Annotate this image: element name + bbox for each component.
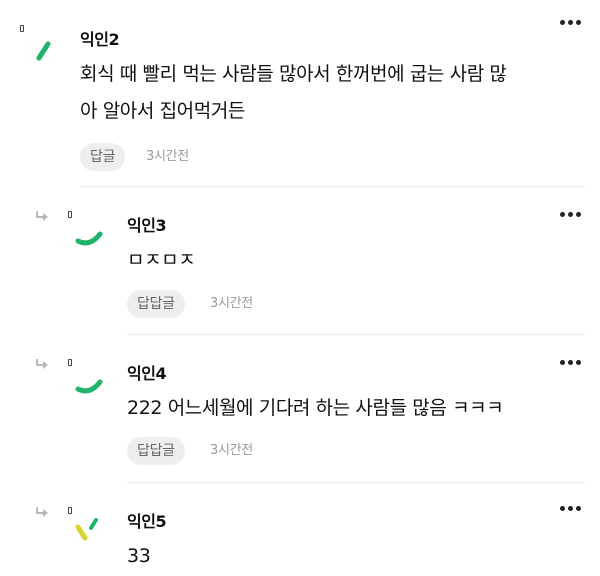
more-options-icon[interactable] <box>560 20 582 26</box>
comment-author[interactable]: 익인2 <box>80 26 120 50</box>
avatar-badge-icon <box>20 25 24 32</box>
comment-author[interactable]: 익인4 <box>127 360 167 384</box>
avatar-badge-icon <box>68 507 72 514</box>
arc-green-icon <box>75 231 103 246</box>
slash-green-icon <box>36 41 51 61</box>
avatar-badge-icon <box>68 211 72 218</box>
reply-button[interactable]: 답답글 <box>127 437 185 465</box>
comment-text-line: 회식 때 빨리 먹는 사람들 많아서 한꺼번에 굽는 사람 많 <box>80 63 507 85</box>
more-options-icon[interactable] <box>560 506 582 512</box>
comment-author[interactable]: 익인3 <box>127 212 167 236</box>
comment-text: 회식 때 빨리 먹는 사람들 많아서 한꺼번에 굽는 사람 많 아 알아서 집어… <box>80 56 580 130</box>
check-yellow-green-icon <box>75 518 98 541</box>
avatar[interactable] <box>30 36 66 72</box>
avatar-badge-icon <box>68 359 72 366</box>
comment-text: ㅁㅈㅁㅈ <box>127 242 577 279</box>
arc-green-icon <box>75 379 103 394</box>
reply-button[interactable]: 답답글 <box>127 290 185 318</box>
comment-item: 익인5 33 <box>0 482 600 576</box>
comment-text-line: 아 알아서 집어먹거든 <box>80 100 245 122</box>
avatar[interactable] <box>74 516 110 552</box>
comment-author[interactable]: 익인5 <box>127 508 167 532</box>
comment-text-line: 33 <box>127 545 151 567</box>
reply-arrow-icon <box>36 211 48 221</box>
comment-text-line: 222 어느세월에 기다려 하는 사람들 많음 ㅋㅋㅋ <box>127 397 504 419</box>
comment-text-line: ㅁㅈㅁㅈ <box>127 249 196 271</box>
comment-item: 익인4 222 어느세월에 기다려 하는 사람들 많음 ㅋㅋㅋ 답답글 3시간전 <box>0 334 600 483</box>
comment-item: 익인2 회식 때 빨리 먹는 사람들 많아서 한꺼번에 굽는 사람 많 아 알아… <box>0 0 600 187</box>
more-options-icon[interactable] <box>560 212 582 218</box>
reply-button[interactable]: 답글 <box>80 143 126 171</box>
avatar[interactable] <box>74 220 110 256</box>
avatar[interactable] <box>74 368 110 404</box>
comment-item: 익인3 ㅁㅈㅁㅈ 답답글 3시간전 <box>0 186 600 335</box>
comment-timestamp: 3시간전 <box>210 296 253 311</box>
comment-timestamp: 3시간전 <box>210 443 253 458</box>
comment-timestamp: 3시간전 <box>146 149 189 164</box>
reply-arrow-icon <box>36 359 48 369</box>
reply-arrow-icon <box>36 507 48 517</box>
more-options-icon[interactable] <box>560 360 582 366</box>
comment-text: 222 어느세월에 기다려 하는 사람들 많음 ㅋㅋㅋ <box>127 390 587 427</box>
comment-text: 33 <box>127 538 577 575</box>
